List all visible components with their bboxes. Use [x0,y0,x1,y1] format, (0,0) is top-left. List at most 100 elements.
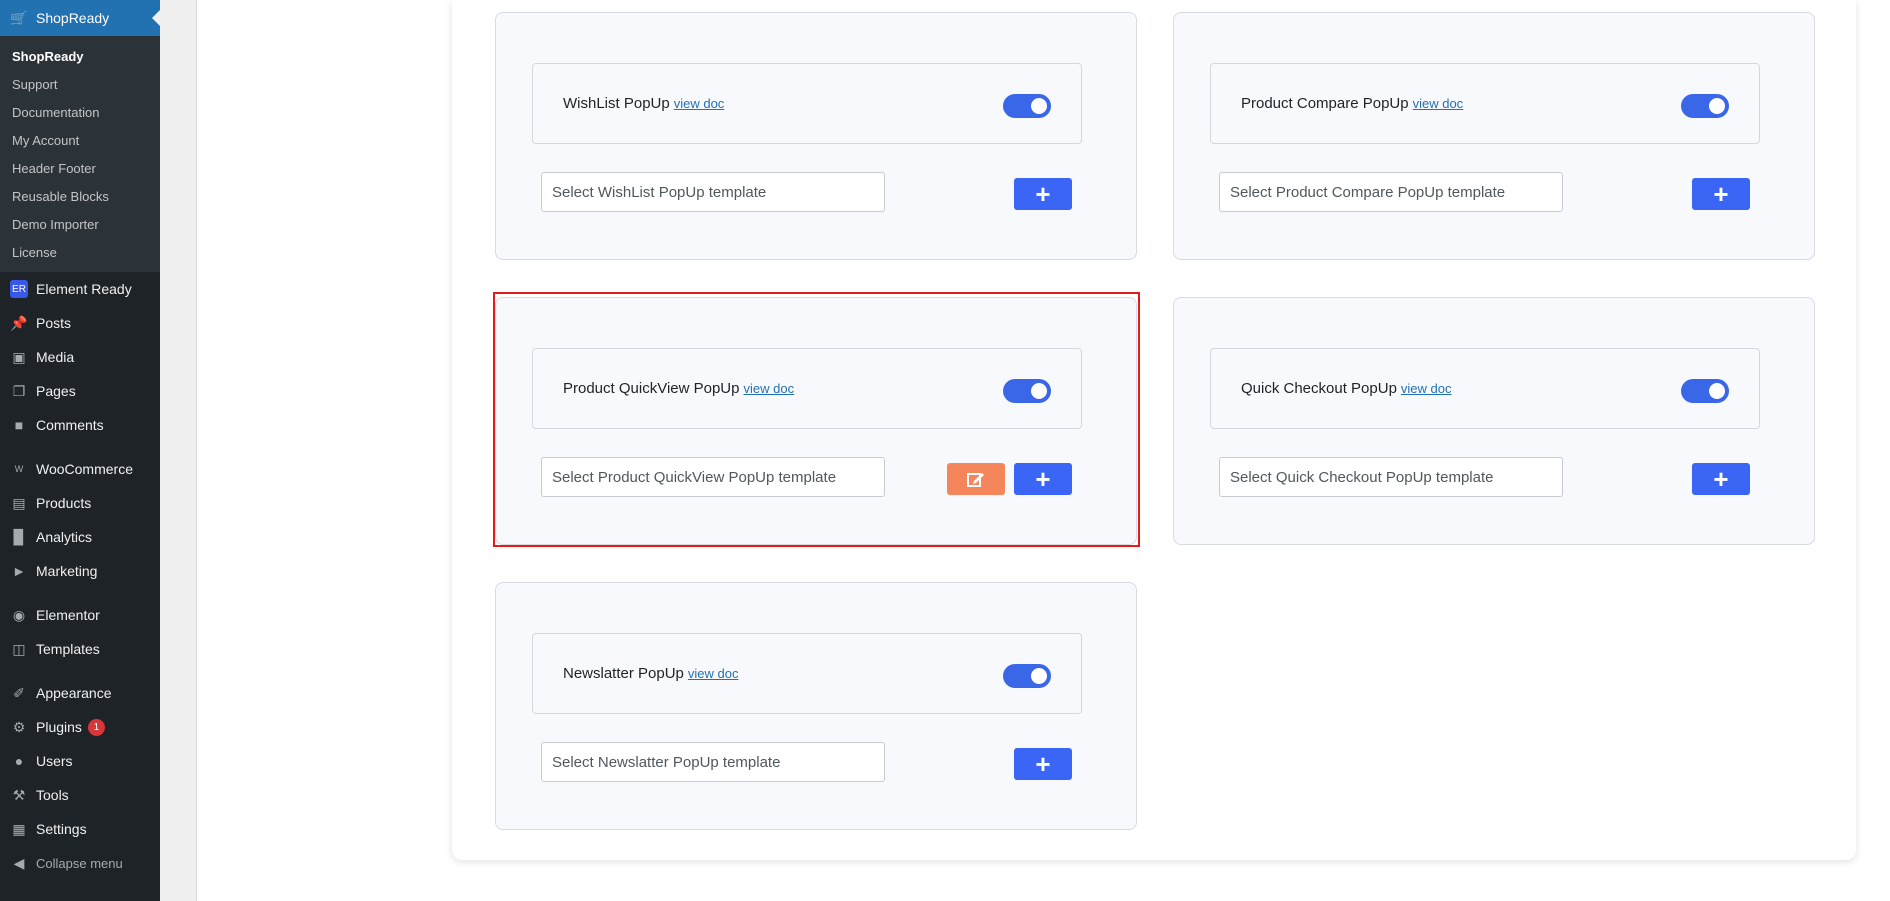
enable-toggle[interactable] [1003,94,1051,118]
plus-icon: + [1713,179,1729,209]
woo-icon: W [14,464,24,474]
add-template-button[interactable]: + [1014,178,1072,210]
sidebar-item-label: Products [36,495,92,511]
pin-icon: 📌 [10,314,28,331]
wrench-icon: ⚒ [12,786,26,803]
template-select[interactable]: Select Newslatter PopUp template [541,742,885,782]
card-header: WishList PopUp view doc [532,63,1082,144]
media-icon: ▣ [12,348,26,365]
card-title: WishList PopUp [563,95,670,112]
template-select[interactable]: Select WishList PopUp template [541,172,885,212]
folder-icon: ◫ [12,640,26,657]
plus-icon: + [1713,464,1729,494]
sidebar-item-label: WooCommerce [36,461,133,477]
comment-icon: ■ [14,417,24,433]
sidebar-item-label: Marketing [36,563,98,579]
sidebar-item-label: Comments [36,417,104,433]
sidebar-item-plugins[interactable]: ⚙ Plugins 1 [0,710,160,744]
sidebar-item-label: Analytics [36,529,93,545]
add-template-button[interactable]: + [1692,178,1750,210]
template-select[interactable]: Select Product Compare PopUp template [1219,172,1563,212]
sidebar-item-label: ShopReady [36,10,110,26]
template-select[interactable]: Select Quick Checkout PopUp template [1219,457,1563,497]
submenu-license[interactable]: License [0,238,160,266]
enable-toggle[interactable] [1681,379,1729,403]
collapse-menu-button[interactable]: ◀ Collapse menu [0,846,160,880]
card-header: Newslatter PopUp view doc [532,633,1082,714]
plus-icon: + [1035,749,1051,779]
sidebar-item-element-ready[interactable]: ER Element Ready [0,272,160,306]
toggle-knob [1031,668,1047,684]
view-doc-link[interactable]: view doc [674,96,725,111]
enable-toggle[interactable] [1681,94,1729,118]
highlight-box [493,292,1140,547]
card-newsletter-popup: Newslatter PopUp view doc Select Newslat… [495,582,1137,830]
view-doc-link[interactable]: view doc [1401,381,1452,396]
view-doc-link[interactable]: view doc [688,666,739,681]
archive-icon: ▤ [12,494,26,511]
elementor-icon: ◉ [12,606,26,623]
plugins-update-badge: 1 [87,718,105,736]
pages-icon: ❐ [12,382,26,399]
submenu-documentation[interactable]: Documentation [0,98,160,126]
card-wishlist-popup: WishList PopUp view doc Select WishList … [495,12,1137,260]
sidebar-item-label: Users [36,753,73,769]
sidebar-item-label: Element Ready [36,281,132,297]
sidebar-item-comments[interactable]: ■ Comments [0,408,160,442]
megaphone-icon: ► [12,563,26,579]
sidebar-item-label: Appearance [36,685,112,701]
submenu-reusable-blocks[interactable]: Reusable Blocks [0,182,160,210]
sidebar-item-shopready[interactable]: 🛒 ShopReady [0,0,161,36]
sidebar-item-appearance[interactable]: ✐ Appearance [0,676,160,710]
card-title: Quick Checkout PopUp [1241,380,1397,397]
sidebar-item-woocommerce[interactable]: W WooCommerce [0,452,160,486]
sidebar-item-label: Pages [36,383,76,399]
plugin-icon: ⚙ [12,718,26,735]
cart-icon: 🛒 [10,9,28,26]
sidebar-item-label: Elementor [36,607,100,623]
shopready-submenu: ShopReady Support Documentation My Accou… [0,36,160,272]
view-doc-link[interactable]: view doc [1413,96,1464,111]
sidebar-item-analytics[interactable]: ▉ Analytics [0,520,160,554]
toggle-knob [1031,98,1047,114]
sidebar-item-templates[interactable]: ◫ Templates [0,632,160,666]
sidebar-item-products[interactable]: ▤ Products [0,486,160,520]
user-icon: ● [14,753,24,769]
active-arrow [152,9,161,27]
card-product-compare-popup: Product Compare PopUp view doc Select Pr… [1173,12,1815,260]
add-template-button[interactable]: + [1014,748,1072,780]
card-quick-checkout-popup: Quick Checkout PopUp view doc Select Qui… [1173,297,1815,545]
submenu-header-footer[interactable]: Header Footer [0,154,160,182]
sidebar-item-label: Posts [36,315,72,331]
submenu-shopready[interactable]: ShopReady [0,42,160,70]
brush-icon: ✐ [13,684,25,701]
sidebar-item-label: Media [36,349,75,365]
sidebar-item-pages[interactable]: ❐ Pages [0,374,160,408]
submenu-support[interactable]: Support [0,70,160,98]
sidebar-item-posts[interactable]: 📌 Posts [0,306,160,340]
sidebar-item-tools[interactable]: ⚒ Tools [0,778,160,812]
collapse-menu-label: Collapse menu [36,855,123,871]
card-header: Quick Checkout PopUp view doc [1210,348,1760,429]
add-template-button[interactable]: + [1692,463,1750,495]
sidebar-item-label: Plugins [36,719,82,735]
submenu-my-account[interactable]: My Account [0,126,160,154]
sidebar-item-elementor[interactable]: ◉ Elementor [0,598,160,632]
sidebar-item-marketing[interactable]: ► Marketing [0,554,160,588]
admin-sidebar: 🛒 ShopReady ShopReady Support Documentat… [0,0,161,901]
bar-chart-icon: ▉ [13,528,25,545]
sidebar-item-settings[interactable]: ▦ Settings [0,812,160,846]
sidebar-item-users[interactable]: ● Users [0,744,160,778]
collapse-icon: ◀ [13,854,25,871]
toggle-knob [1709,98,1725,114]
sidebar-item-label: Settings [36,821,87,837]
submenu-demo-importer[interactable]: Demo Importer [0,210,160,238]
toggle-knob [1709,383,1725,399]
sidebar-item-label: Templates [36,641,100,657]
card-title: Newslatter PopUp [563,665,684,682]
settings-icon: ▦ [12,820,26,837]
enable-toggle[interactable] [1003,664,1051,688]
plus-icon: + [1035,179,1051,209]
sidebar-item-media[interactable]: ▣ Media [0,340,160,374]
card-title: Product Compare PopUp [1241,95,1409,112]
